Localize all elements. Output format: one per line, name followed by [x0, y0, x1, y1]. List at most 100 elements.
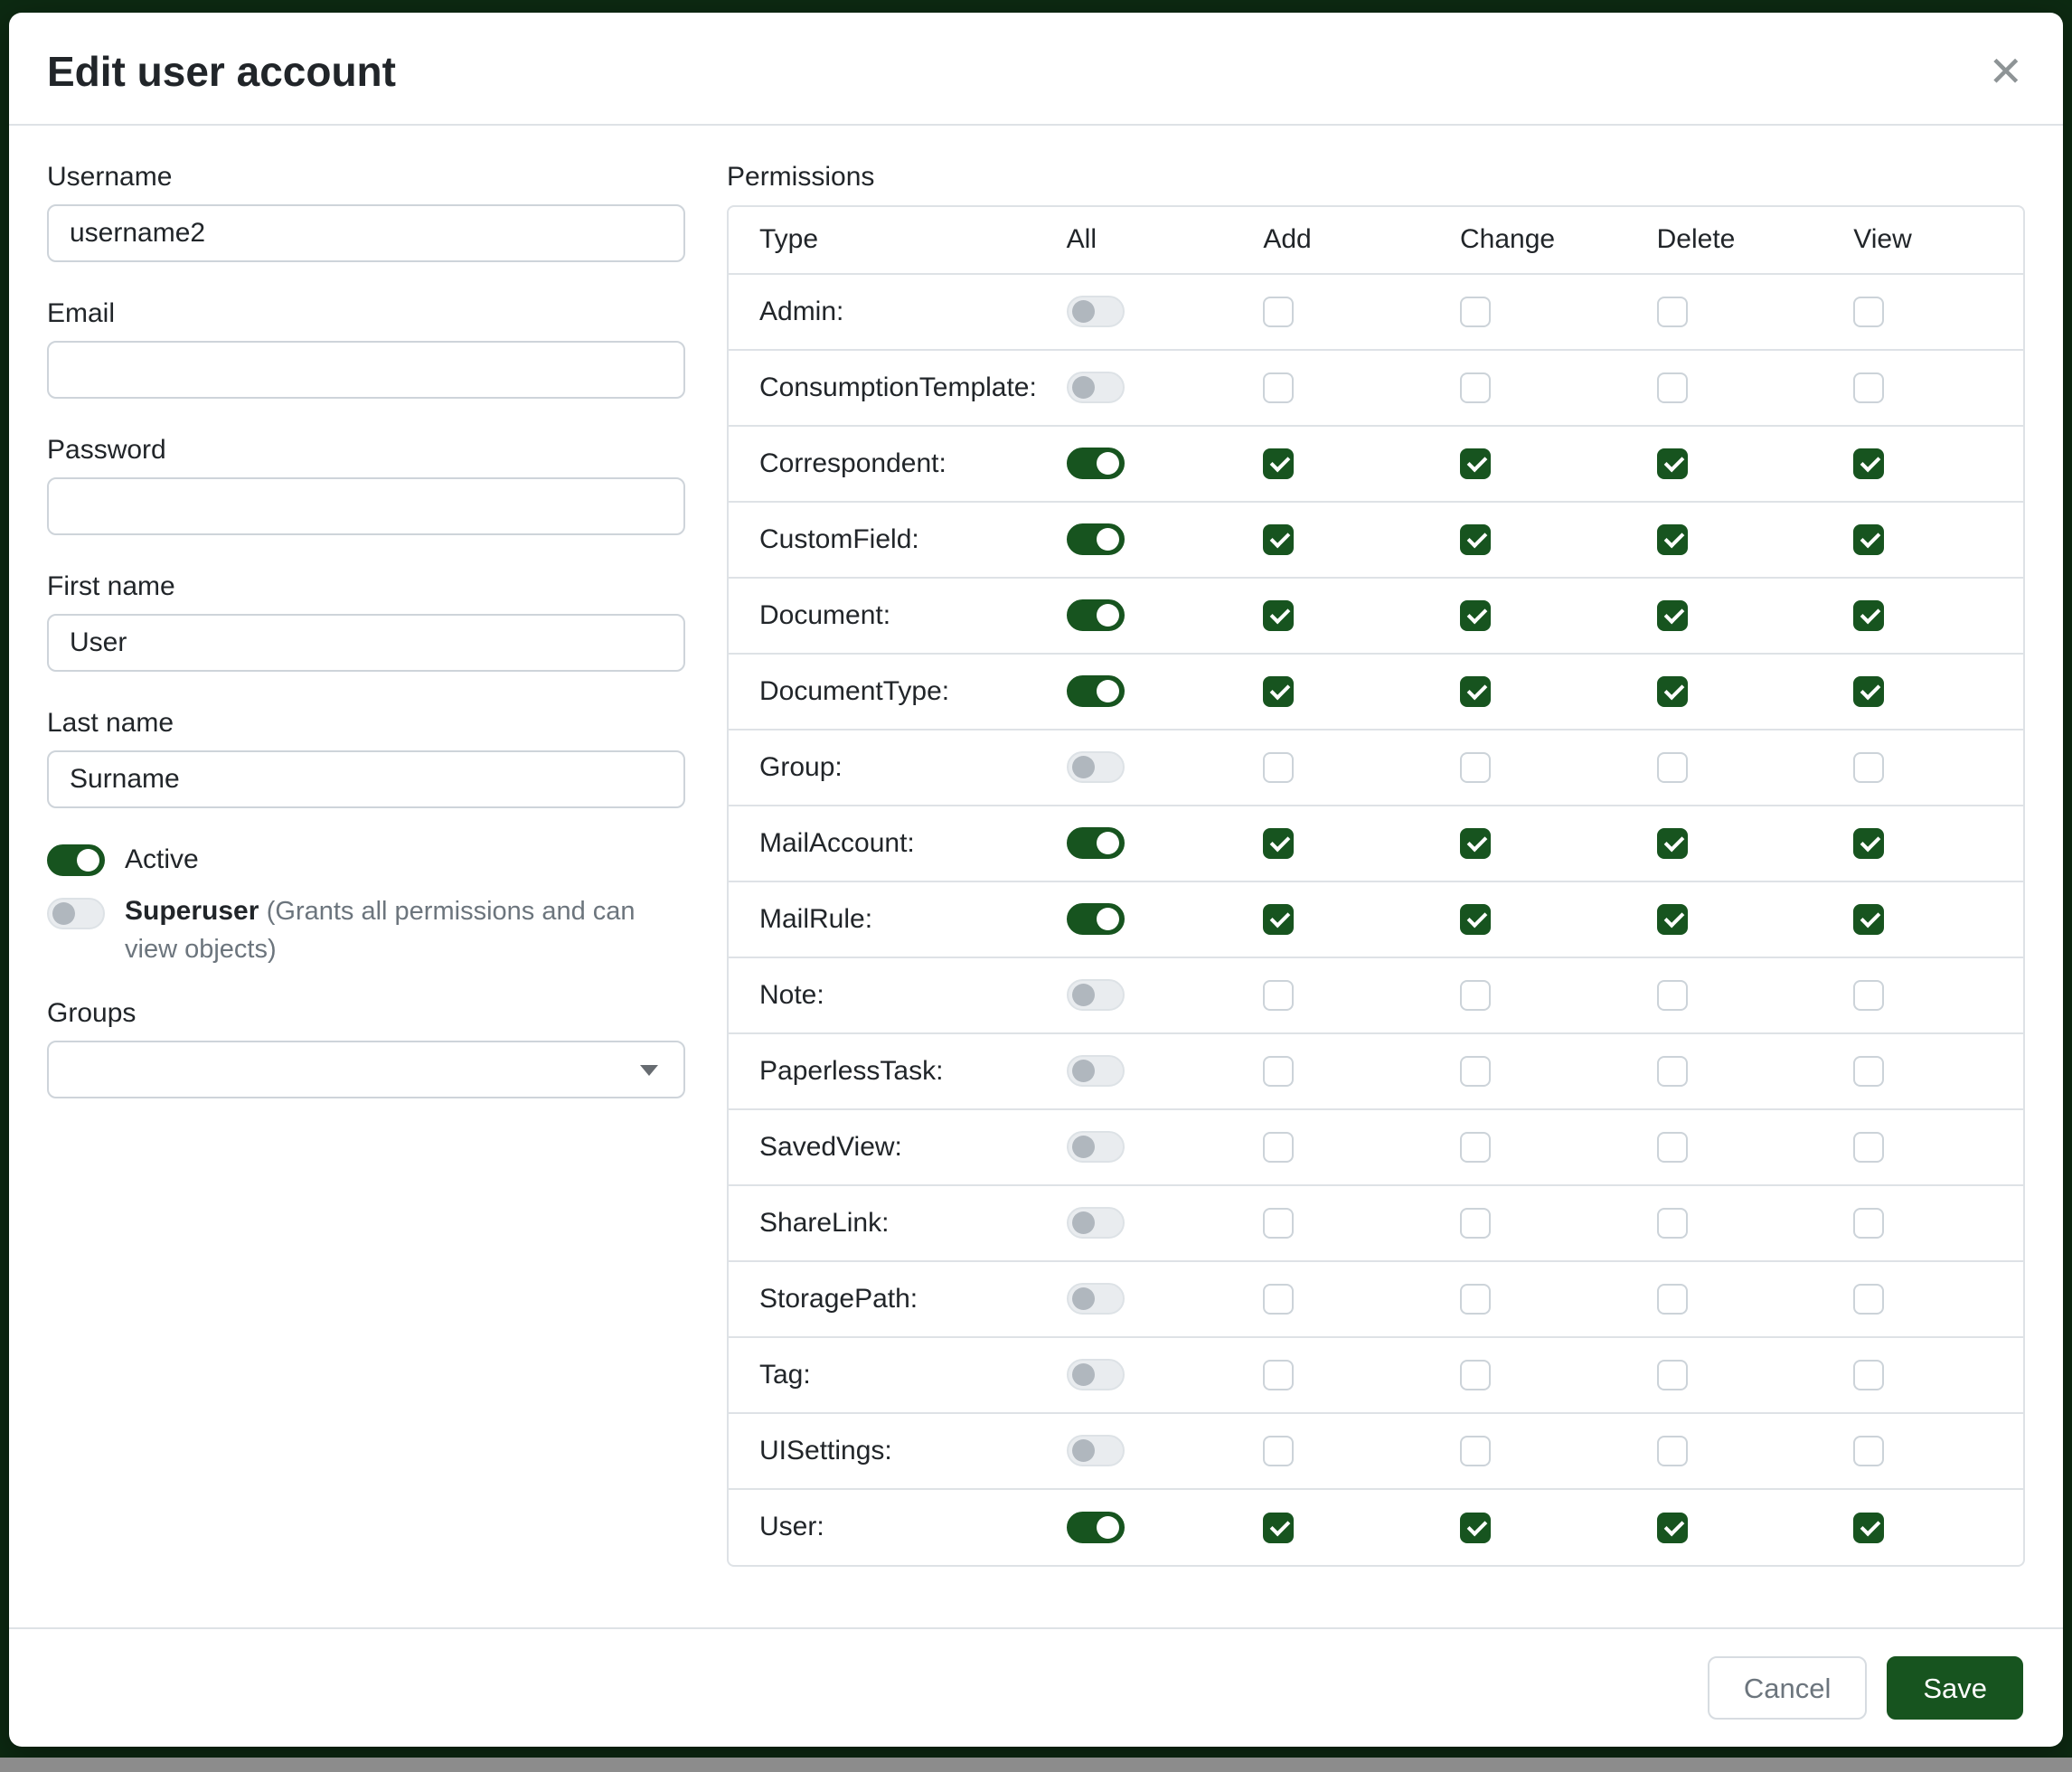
permission-view-checkbox[interactable]: [1853, 448, 1884, 479]
permission-delete-checkbox[interactable]: [1657, 980, 1688, 1011]
close-button[interactable]: ✕: [1988, 51, 2023, 92]
permission-change-checkbox[interactable]: [1460, 600, 1491, 631]
permission-change-checkbox[interactable]: [1460, 904, 1491, 935]
permission-delete-checkbox[interactable]: [1657, 1132, 1688, 1163]
permission-view-checkbox[interactable]: [1853, 372, 1884, 403]
permission-add-checkbox[interactable]: [1263, 524, 1294, 555]
permission-all-toggle[interactable]: [1067, 751, 1125, 783]
column-header-change: Change: [1433, 207, 1630, 274]
permission-view-checkbox[interactable]: [1853, 752, 1884, 783]
permission-delete-checkbox[interactable]: [1657, 676, 1688, 707]
permission-view-checkbox[interactable]: [1853, 1436, 1884, 1466]
permission-view-checkbox[interactable]: [1853, 1208, 1884, 1239]
permission-type-label: Correspondent:: [759, 448, 947, 478]
permission-change-checkbox[interactable]: [1460, 980, 1491, 1011]
groups-select[interactable]: [47, 1041, 685, 1098]
permission-change-checkbox[interactable]: [1460, 448, 1491, 479]
permission-add-checkbox[interactable]: [1263, 297, 1294, 327]
permission-all-toggle[interactable]: [1067, 827, 1125, 859]
username-input[interactable]: [47, 204, 685, 262]
permission-add-checkbox[interactable]: [1263, 904, 1294, 935]
permission-all-toggle[interactable]: [1067, 903, 1125, 935]
permission-change-checkbox[interactable]: [1460, 1208, 1491, 1239]
permission-change-checkbox[interactable]: [1460, 1056, 1491, 1087]
save-button[interactable]: Save: [1887, 1656, 2023, 1720]
permission-delete-checkbox[interactable]: [1657, 448, 1688, 479]
permission-delete-checkbox[interactable]: [1657, 1436, 1688, 1466]
permission-change-checkbox[interactable]: [1460, 1284, 1491, 1315]
permission-add-checkbox[interactable]: [1263, 1208, 1294, 1239]
permission-change-checkbox[interactable]: [1460, 828, 1491, 859]
permission-all-toggle[interactable]: [1067, 599, 1125, 631]
permission-add-checkbox[interactable]: [1263, 448, 1294, 479]
permission-change-checkbox[interactable]: [1460, 1132, 1491, 1163]
permission-view-checkbox[interactable]: [1853, 904, 1884, 935]
permission-delete-checkbox[interactable]: [1657, 1284, 1688, 1315]
permission-delete-checkbox[interactable]: [1657, 1056, 1688, 1087]
permission-delete-checkbox[interactable]: [1657, 1208, 1688, 1239]
first-name-field[interactable]: [47, 614, 685, 672]
permission-change-checkbox[interactable]: [1460, 372, 1491, 403]
permission-delete-checkbox[interactable]: [1657, 372, 1688, 403]
permission-all-toggle[interactable]: [1067, 372, 1125, 403]
last-name-field[interactable]: [47, 750, 685, 808]
permission-all-toggle[interactable]: [1067, 1207, 1125, 1239]
permission-change-checkbox[interactable]: [1460, 297, 1491, 327]
superuser-toggle[interactable]: [47, 898, 105, 929]
permission-view-checkbox[interactable]: [1853, 676, 1884, 707]
permission-delete-checkbox[interactable]: [1657, 1360, 1688, 1390]
permission-add-checkbox[interactable]: [1263, 1132, 1294, 1163]
email-field[interactable]: [47, 341, 685, 399]
permission-all-toggle[interactable]: [1067, 1435, 1125, 1466]
permission-add-checkbox[interactable]: [1263, 1284, 1294, 1315]
permission-add-checkbox[interactable]: [1263, 980, 1294, 1011]
active-toggle[interactable]: [47, 844, 105, 876]
permission-view-checkbox[interactable]: [1853, 1513, 1884, 1543]
permission-all-toggle[interactable]: [1067, 1359, 1125, 1390]
permission-all-toggle[interactable]: [1067, 296, 1125, 327]
username-label: Username: [47, 162, 685, 193]
permission-all-toggle[interactable]: [1067, 979, 1125, 1011]
permission-change-checkbox[interactable]: [1460, 676, 1491, 707]
permission-all-toggle[interactable]: [1067, 1283, 1125, 1315]
permission-add-checkbox[interactable]: [1263, 372, 1294, 403]
permission-add-checkbox[interactable]: [1263, 1360, 1294, 1390]
permission-view-checkbox[interactable]: [1853, 297, 1884, 327]
permission-delete-checkbox[interactable]: [1657, 828, 1688, 859]
permission-all-toggle[interactable]: [1067, 1055, 1125, 1087]
permission-change-checkbox[interactable]: [1460, 1513, 1491, 1543]
permission-delete-checkbox[interactable]: [1657, 524, 1688, 555]
permission-all-toggle[interactable]: [1067, 675, 1125, 707]
permission-add-checkbox[interactable]: [1263, 1436, 1294, 1466]
permission-view-checkbox[interactable]: [1853, 1132, 1884, 1163]
permission-view-checkbox[interactable]: [1853, 1284, 1884, 1315]
permission-delete-checkbox[interactable]: [1657, 600, 1688, 631]
cancel-button[interactable]: Cancel: [1708, 1656, 1868, 1720]
permission-type-label: UISettings:: [759, 1436, 892, 1466]
permission-view-checkbox[interactable]: [1853, 524, 1884, 555]
permission-view-checkbox[interactable]: [1853, 980, 1884, 1011]
permission-delete-checkbox[interactable]: [1657, 1513, 1688, 1543]
password-field[interactable]: [47, 477, 685, 535]
permission-add-checkbox[interactable]: [1263, 828, 1294, 859]
permission-delete-checkbox[interactable]: [1657, 904, 1688, 935]
permission-delete-checkbox[interactable]: [1657, 752, 1688, 783]
permission-view-checkbox[interactable]: [1853, 600, 1884, 631]
permission-all-toggle[interactable]: [1067, 1131, 1125, 1163]
permission-add-checkbox[interactable]: [1263, 600, 1294, 631]
permission-add-checkbox[interactable]: [1263, 752, 1294, 783]
permission-change-checkbox[interactable]: [1460, 752, 1491, 783]
permission-change-checkbox[interactable]: [1460, 1360, 1491, 1390]
permission-add-checkbox[interactable]: [1263, 1056, 1294, 1087]
permission-change-checkbox[interactable]: [1460, 1436, 1491, 1466]
permission-add-checkbox[interactable]: [1263, 676, 1294, 707]
permission-view-checkbox[interactable]: [1853, 1056, 1884, 1087]
permission-all-toggle[interactable]: [1067, 448, 1125, 479]
permission-change-checkbox[interactable]: [1460, 524, 1491, 555]
permission-view-checkbox[interactable]: [1853, 828, 1884, 859]
permission-all-toggle[interactable]: [1067, 523, 1125, 555]
permission-view-checkbox[interactable]: [1853, 1360, 1884, 1390]
permission-delete-checkbox[interactable]: [1657, 297, 1688, 327]
permission-add-checkbox[interactable]: [1263, 1513, 1294, 1543]
permission-all-toggle[interactable]: [1067, 1512, 1125, 1543]
